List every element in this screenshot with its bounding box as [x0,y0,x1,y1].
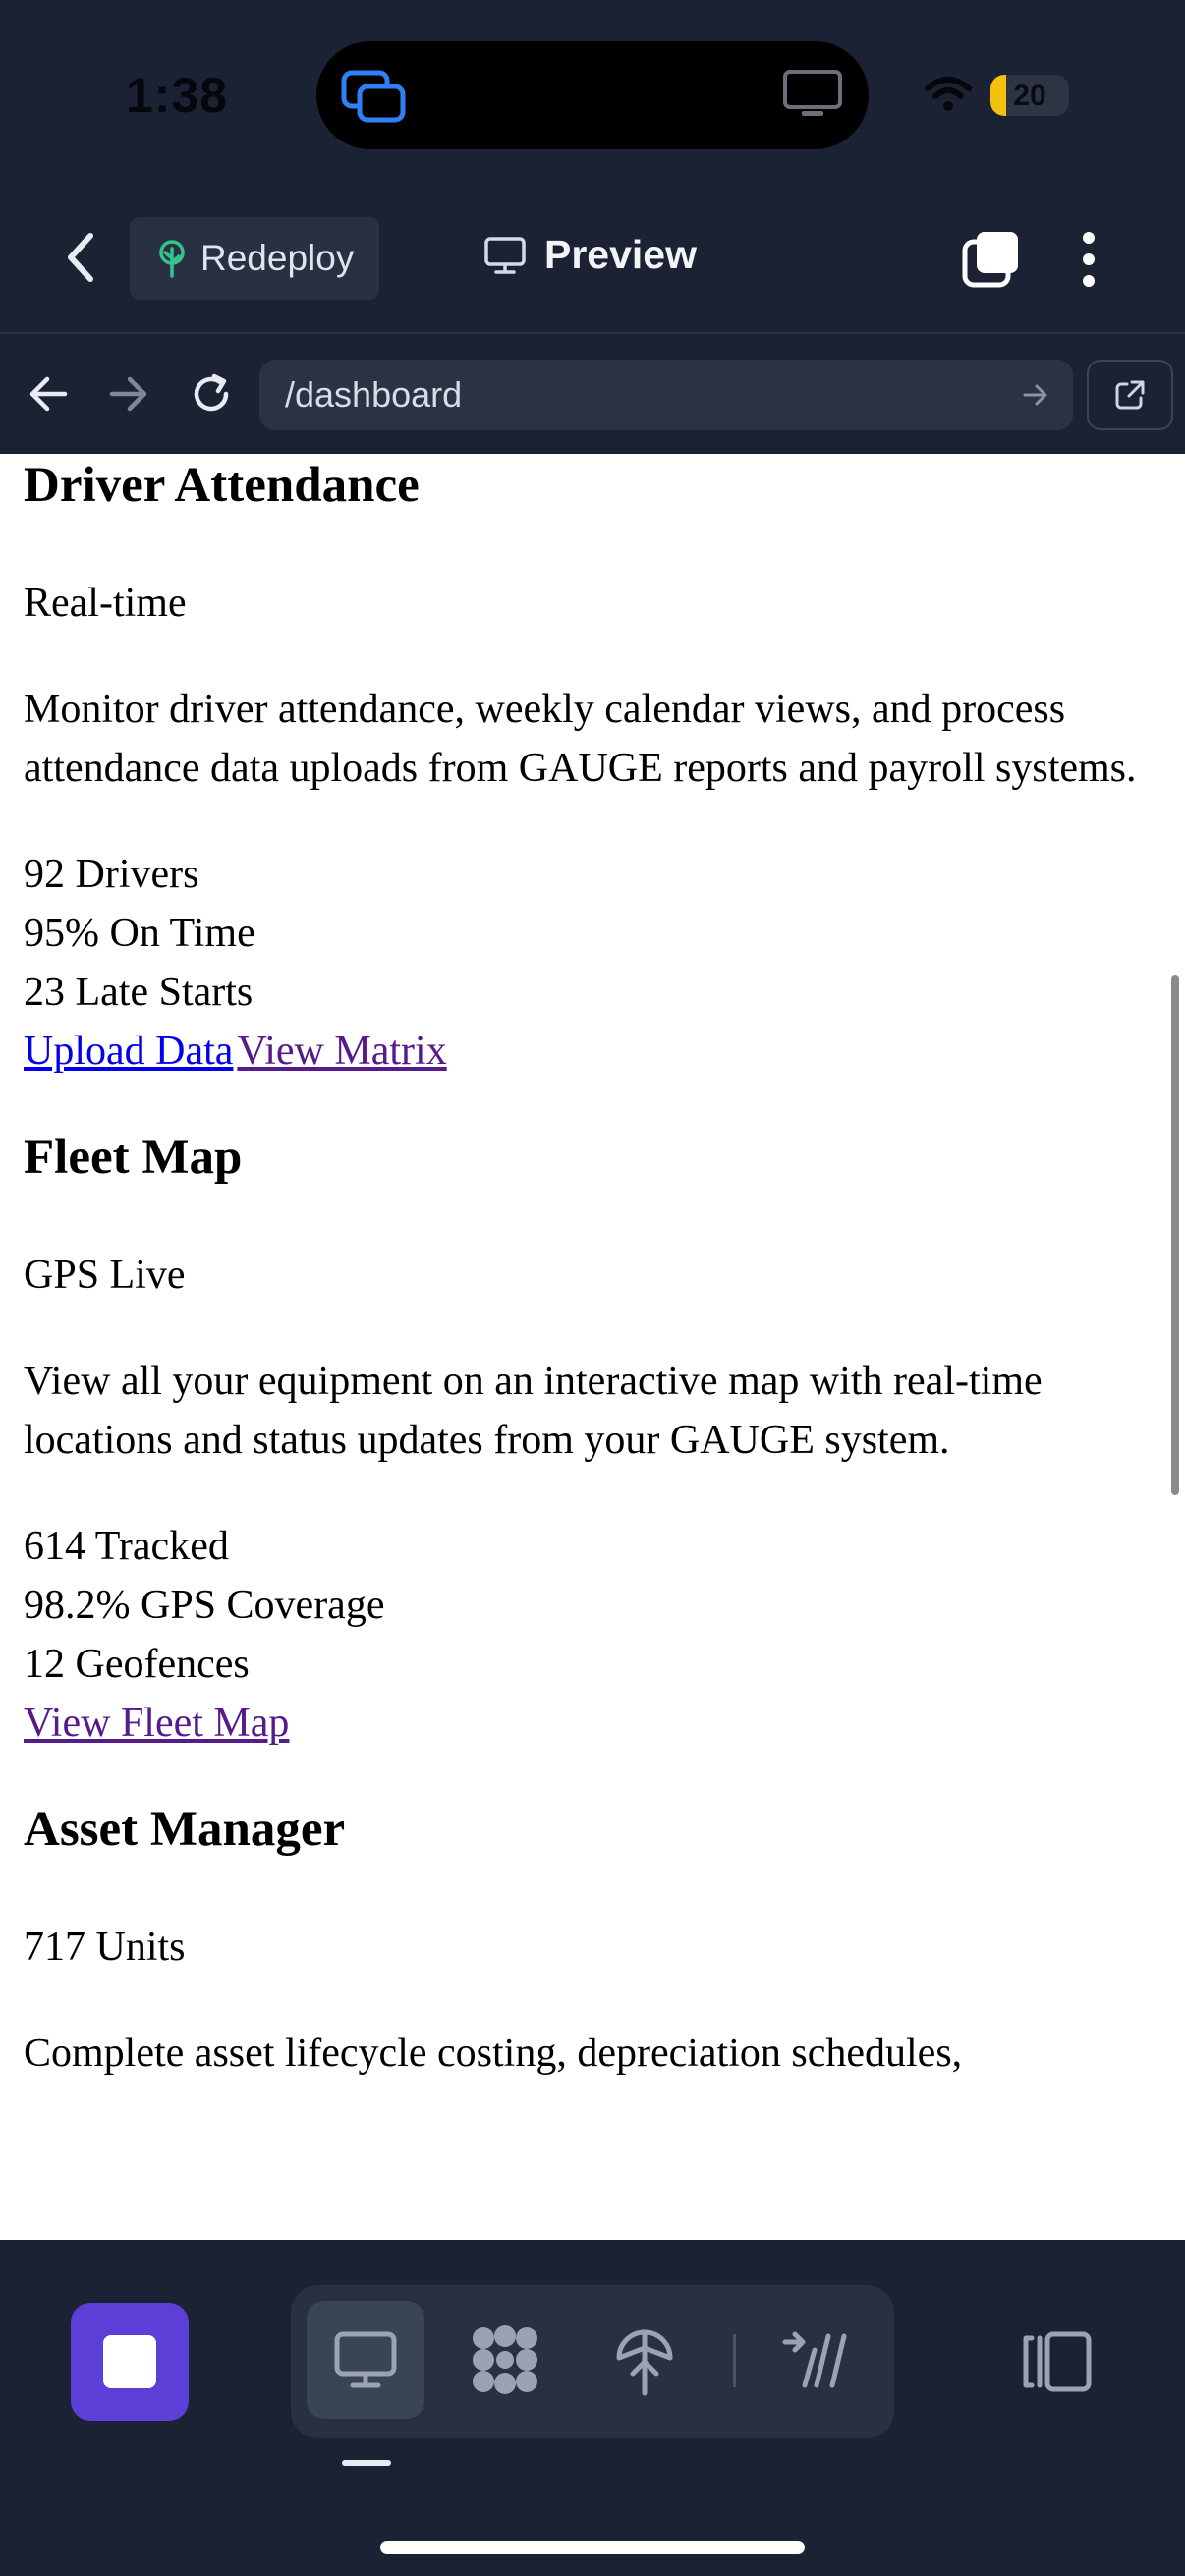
redeploy-button[interactable]: Redeploy [130,217,379,300]
deploy-tab[interactable] [586,2301,704,2419]
panel-icon[interactable] [1018,2330,1093,2393]
stop-icon [103,2335,156,2388]
status-bar: 1:38 20 [0,0,1185,192]
tools-icon [782,2331,847,2388]
arrow-right-icon[interactable] [106,371,151,417]
url-bar[interactable]: /dashboard [259,360,1073,430]
asset-badge: 717 Units [24,1925,186,1970]
deploy-icon [616,2329,673,2396]
home-indicator[interactable] [380,2541,805,2554]
go-arrow-icon[interactable] [1022,381,1049,409]
status-time: 1:38 [126,68,229,123]
preview-tab[interactable] [307,2301,424,2419]
screen-share-icon [341,70,406,123]
wifi-icon [925,77,972,111]
redeploy-label: Redeploy [200,238,355,278]
view-switcher [291,2285,894,2438]
stat-drivers: 92 Drivers [24,852,199,897]
open-external-button[interactable] [1087,360,1173,430]
driver-badge: Real-time [24,581,187,626]
monitor-icon [334,2331,397,2388]
tools-tab[interactable] [757,2301,875,2419]
view-fleet-map-link[interactable]: View Fleet Map [24,1701,289,1746]
fleet-map-heading: Fleet Map [24,1130,243,1185]
external-link-icon [1115,380,1145,410]
driver-attendance-heading: Driver Attendance [24,458,420,513]
bottom-toolbar [0,2240,1185,2576]
tree-icon [159,240,185,278]
asset-manager-heading: Asset Manager [24,1802,346,1857]
dashboard-cards: Driver Attendance Real-time Monitor driv… [24,454,1163,2083]
view-matrix-link[interactable]: View Matrix [237,1029,446,1074]
battery-indicator: 20 [990,75,1069,116]
header-divider [0,332,1185,334]
fleet-badge: GPS Live [24,1253,186,1298]
tabs-icon[interactable] [961,228,1022,289]
stat-geofences: 12 Geofences [24,1642,250,1687]
asset-description: Complete asset lifecycle costing, deprec… [24,2031,963,2076]
web-content[interactable]: Driver Attendance Real-time Monitor driv… [0,454,1185,2240]
fleet-description: View all your equipment on an interactiv… [24,1359,1043,1463]
driver-links: Upload Data View Matrix [24,1022,1163,1081]
preview-title: Preview [483,232,697,278]
active-tab-indicator [342,2460,391,2466]
reload-icon[interactable] [189,371,234,417]
battery-level: 20 [1013,80,1046,112]
monitor-icon [484,236,526,274]
preview-label: Preview [544,232,697,277]
stat-on-time: 95% On Time [24,911,255,956]
apps-icon [473,2325,537,2394]
monitor-icon [783,70,842,116]
back-chevron-icon[interactable] [57,228,106,287]
dynamic-island [316,41,869,149]
switcher-divider [733,2334,736,2387]
stat-late-starts: 23 Late Starts [24,970,254,1015]
fleet-links: View Fleet Map [24,1694,1163,1753]
arrow-left-icon[interactable] [26,371,71,417]
stat-gps-coverage: 98.2% GPS Coverage [24,1583,385,1628]
driver-description: Monitor driver attendance, weekly calend… [24,687,1137,791]
scrollbar[interactable] [1171,975,1179,1495]
upload-data-link[interactable]: Upload Data [24,1029,233,1074]
stat-tracked: 614 Tracked [24,1524,229,1569]
stop-button[interactable] [71,2303,189,2421]
url-text: /dashboard [285,374,463,415]
apps-tab[interactable] [446,2301,564,2419]
more-vertical-icon[interactable] [1079,230,1099,289]
